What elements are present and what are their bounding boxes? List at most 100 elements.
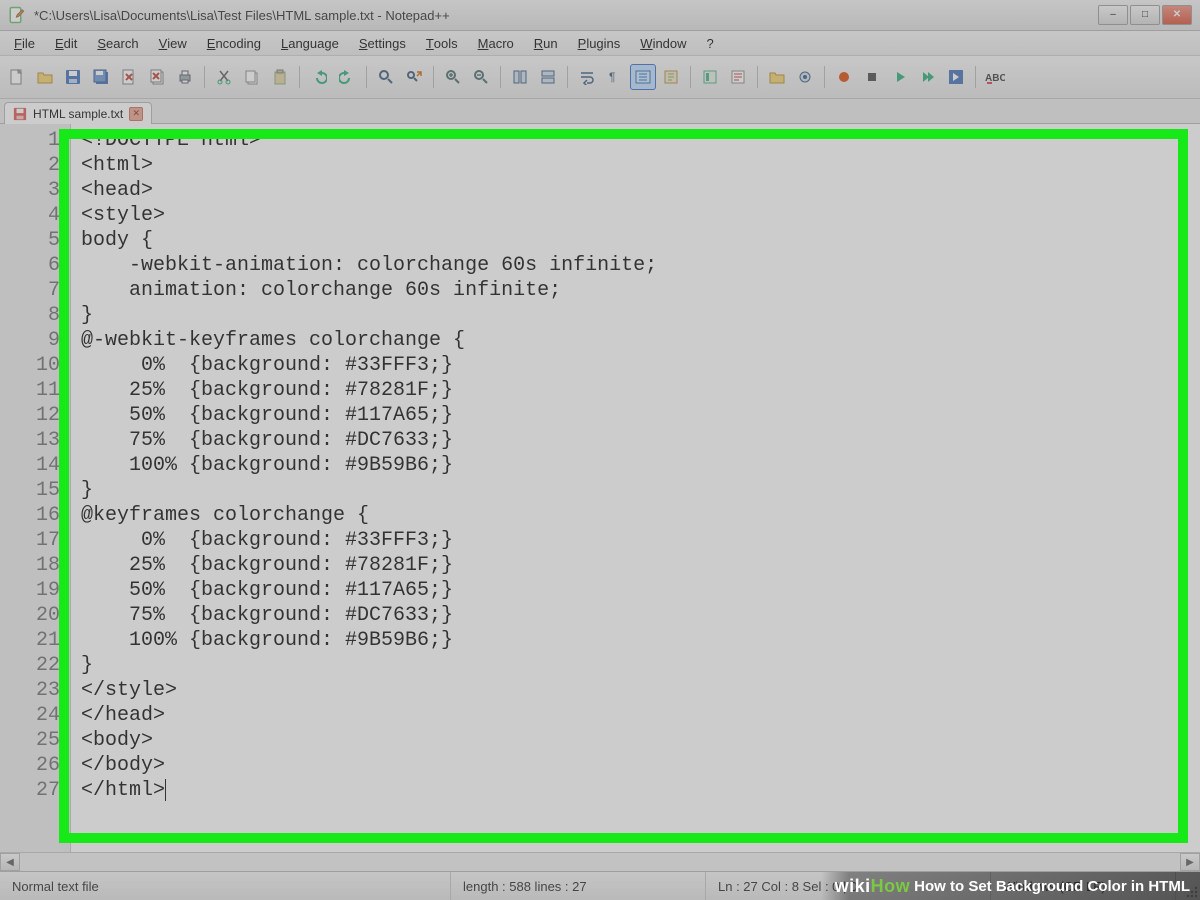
menu-plugins[interactable]: Plugins (568, 31, 631, 55)
menu-language[interactable]: Language (271, 31, 349, 55)
code-line[interactable]: } (81, 303, 1200, 328)
close-icon[interactable] (116, 64, 142, 90)
code-line[interactable]: <body> (81, 728, 1200, 753)
code-view[interactable]: <!DOCTYPE html><html><head><style>body {… (71, 124, 1200, 852)
word-wrap-icon[interactable] (574, 64, 600, 90)
code-line[interactable]: 100% {background: #9B59B6;} (81, 453, 1200, 478)
toolbar-separator (824, 66, 825, 88)
menu-tools[interactable]: Tools (416, 31, 468, 55)
code-line[interactable]: 50% {background: #117A65;} (81, 403, 1200, 428)
folder-icon[interactable] (764, 64, 790, 90)
save-macro-icon[interactable] (943, 64, 969, 90)
code-line[interactable]: 75% {background: #DC7633;} (81, 603, 1200, 628)
code-line[interactable]: <head> (81, 178, 1200, 203)
code-line[interactable]: } (81, 653, 1200, 678)
line-number: 15 (4, 478, 60, 503)
code-line[interactable]: </body> (81, 753, 1200, 778)
code-line[interactable]: <html> (81, 153, 1200, 178)
spellcheck-icon[interactable]: ABC (982, 64, 1008, 90)
file-tab[interactable]: HTML sample.txt ✕ (4, 102, 152, 124)
menu-macro[interactable]: Macro (468, 31, 524, 55)
toolbar-separator (690, 66, 691, 88)
menu-file[interactable]: File (4, 31, 45, 55)
code-line[interactable]: 50% {background: #117A65;} (81, 578, 1200, 603)
zoom-in-icon[interactable] (440, 64, 466, 90)
code-line[interactable]: 0% {background: #33FFF3;} (81, 353, 1200, 378)
menu-encoding[interactable]: Encoding (197, 31, 271, 55)
sync-v-icon[interactable] (507, 64, 533, 90)
indent-guide-icon[interactable] (630, 64, 656, 90)
toolbar-separator (366, 66, 367, 88)
code-line[interactable]: 0% {background: #33FFF3;} (81, 528, 1200, 553)
cut-icon[interactable] (211, 64, 237, 90)
tab-close-button[interactable]: ✕ (129, 107, 143, 121)
print-icon[interactable] (172, 64, 198, 90)
horizontal-scrollbar[interactable]: ◀ ▶ (0, 852, 1200, 871)
play-multi-icon[interactable] (915, 64, 941, 90)
new-file-icon[interactable] (4, 64, 30, 90)
stop-macro-icon[interactable] (859, 64, 885, 90)
code-line[interactable]: 25% {background: #78281F;} (81, 378, 1200, 403)
line-number: 2 (4, 153, 60, 178)
code-line[interactable]: -webkit-animation: colorchange 60s infin… (81, 253, 1200, 278)
close-window-button[interactable]: ✕ (1162, 5, 1192, 25)
code-line[interactable]: <!DOCTYPE html> (81, 128, 1200, 153)
menu-view[interactable]: View (149, 31, 197, 55)
monitor-icon[interactable] (792, 64, 818, 90)
line-number: 13 (4, 428, 60, 453)
code-line[interactable]: } (81, 478, 1200, 503)
code-line[interactable]: @keyframes colorchange { (81, 503, 1200, 528)
minimize-button[interactable]: – (1098, 5, 1128, 25)
editor[interactable]: 1234567891011121314151617181920212223242… (0, 124, 1200, 852)
code-line[interactable]: animation: colorchange 60s infinite; (81, 278, 1200, 303)
menu-run[interactable]: Run (524, 31, 568, 55)
status-file-type: Normal text file (0, 872, 451, 900)
line-number: 7 (4, 278, 60, 303)
code-line[interactable]: @-webkit-keyframes colorchange { (81, 328, 1200, 353)
menu-settings[interactable]: Settings (349, 31, 416, 55)
code-line[interactable]: 100% {background: #9B59B6;} (81, 628, 1200, 653)
code-line[interactable]: body { (81, 228, 1200, 253)
find-icon[interactable] (373, 64, 399, 90)
copy-icon[interactable] (239, 64, 265, 90)
close-all-icon[interactable] (144, 64, 170, 90)
sync-h-icon[interactable] (535, 64, 561, 90)
save-all-icon[interactable] (88, 64, 114, 90)
function-list-icon[interactable] (725, 64, 751, 90)
record-macro-icon[interactable] (831, 64, 857, 90)
resize-grip[interactable] (1176, 872, 1200, 900)
doc-map-icon[interactable] (697, 64, 723, 90)
zoom-out-icon[interactable] (468, 64, 494, 90)
scroll-track[interactable] (20, 854, 1180, 870)
code-line[interactable]: </style> (81, 678, 1200, 703)
undo-icon[interactable] (306, 64, 332, 90)
menu-window[interactable]: Window (630, 31, 696, 55)
menu-q[interactable]: ? (697, 31, 724, 55)
code-line[interactable]: </head> (81, 703, 1200, 728)
save-icon[interactable] (60, 64, 86, 90)
paste-icon[interactable] (267, 64, 293, 90)
line-number: 19 (4, 578, 60, 603)
redo-icon[interactable] (334, 64, 360, 90)
scroll-left-button[interactable]: ◀ (0, 853, 20, 871)
code-line[interactable]: 75% {background: #DC7633;} (81, 428, 1200, 453)
menu-bar: FileEditSearchViewEncodingLanguageSettin… (0, 31, 1200, 56)
status-position: Ln : 27 Col : 8 Sel : 0 | 0 (706, 872, 991, 900)
text-caret (165, 779, 166, 801)
status-eol: Windows (CR LF) (991, 872, 1176, 900)
scroll-right-button[interactable]: ▶ (1180, 853, 1200, 871)
user-lang-icon[interactable] (658, 64, 684, 90)
line-number: 21 (4, 628, 60, 653)
status-bar: Normal text file length : 588 lines : 27… (0, 871, 1200, 900)
menu-edit[interactable]: Edit (45, 31, 87, 55)
code-line[interactable]: 25% {background: #78281F;} (81, 553, 1200, 578)
replace-icon[interactable] (401, 64, 427, 90)
maximize-button[interactable]: □ (1130, 5, 1160, 25)
show-all-chars-icon[interactable]: ¶ (602, 64, 628, 90)
code-line[interactable]: </html> (81, 778, 1200, 803)
code-line[interactable]: <style> (81, 203, 1200, 228)
play-macro-icon[interactable] (887, 64, 913, 90)
toolbar-separator (567, 66, 568, 88)
menu-search[interactable]: Search (87, 31, 148, 55)
open-file-icon[interactable] (32, 64, 58, 90)
